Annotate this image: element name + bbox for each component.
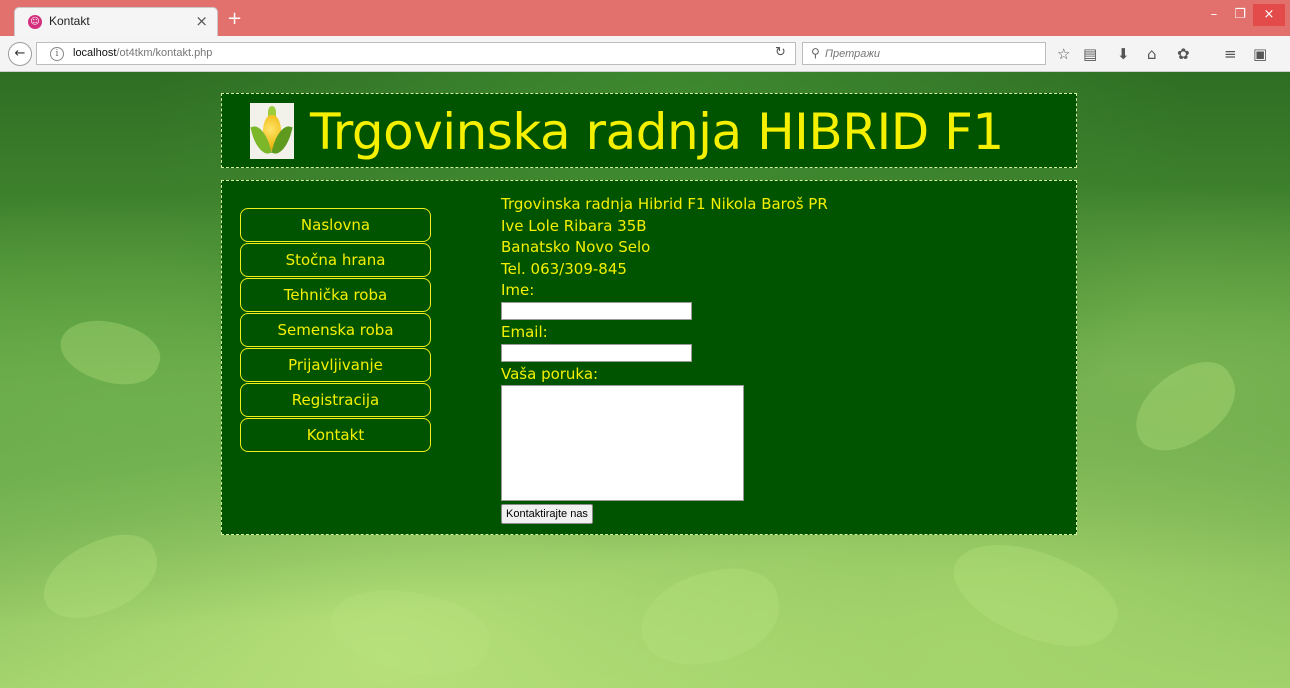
browser-tab-kontakt[interactable]: ☺ Kontakt × [14, 7, 218, 36]
email-label: Email: [501, 323, 548, 341]
name-label: Ime: [501, 281, 535, 299]
url-path: /ot4tkm/kontakt.php [116, 47, 213, 59]
back-icon[interactable]: ← [8, 42, 32, 66]
search-input[interactable] [825, 46, 1025, 61]
url-text[interactable]: localhost/ot4tkm/kontakt.php [73, 47, 212, 59]
company-name: Trgovinska radnja Hibrid F1 Nikola Baroš… [501, 195, 828, 213]
info-icon[interactable]: i [50, 47, 64, 61]
menu-item-semenska-roba[interactable]: Semenska roba [240, 313, 431, 347]
reading-list-icon[interactable]: ▤ [1083, 45, 1097, 63]
menu-item-naslovna[interactable]: Naslovna [240, 208, 431, 242]
search-bar[interactable]: ⚲ [802, 42, 1046, 65]
name-field[interactable] [501, 302, 692, 320]
background-leaf [633, 560, 787, 674]
menu-item-registracija[interactable]: Registracija [240, 383, 431, 417]
site-header: Trgovinska radnja HIBRID F1 [221, 93, 1077, 168]
email-field[interactable] [501, 344, 692, 362]
corn-logo [250, 103, 294, 159]
contact-form: Ime: Email: Vaša poruka: Kontaktirajte n… [501, 280, 744, 524]
message-label: Vaša poruka: [501, 365, 599, 383]
main-content: Naslovna Stočna hrana Tehnička roba Seme… [221, 180, 1077, 535]
addon-icon[interactable]: ✿ [1177, 45, 1190, 63]
background-leaf [52, 306, 168, 398]
reload-icon[interactable]: ↻ [775, 45, 786, 60]
menu-item-kontakt[interactable]: Kontakt [240, 418, 431, 452]
tab-title: Kontakt [49, 14, 90, 28]
city: Banatsko Novo Selo [501, 238, 651, 256]
phone-number: Tel. 063/309-845 [501, 259, 627, 278]
close-window-button[interactable]: × [1253, 4, 1285, 26]
new-tab-button[interactable]: + [227, 10, 242, 28]
maximize-button[interactable]: ❐ [1228, 4, 1252, 26]
background-leaf [322, 572, 498, 688]
browser-nav-bar: ← i localhost/ot4tkm/kontakt.php ↻ ⚲ ☆ ▤… [0, 36, 1290, 72]
menu-item-stocna-hrana[interactable]: Stočna hrana [240, 243, 431, 277]
site-title: Trgovinska radnja HIBRID F1 [310, 103, 1004, 161]
menu-item-tehnicka-roba[interactable]: Tehnička roba [240, 278, 431, 312]
background-leaf [31, 523, 169, 631]
street-address: Ive Lole Ribara 35B [501, 216, 647, 235]
url-host: localhost [73, 47, 117, 59]
site-favicon-icon: ☺ [28, 15, 42, 29]
search-icon: ⚲ [811, 46, 820, 60]
side-menu: Naslovna Stočna hrana Tehnička roba Seme… [240, 208, 431, 453]
contact-info: Trgovinska radnja Hibrid F1 Nikola Baroš… [501, 194, 828, 280]
page-viewport: Trgovinska radnja HIBRID F1 Naslovna Sto… [0, 72, 1290, 688]
tab-close-icon[interactable]: × [195, 12, 208, 30]
minimize-button[interactable]: – [1202, 4, 1226, 26]
browser-tab-bar: ☺ Kontakt × + – ❐ × [0, 0, 1290, 36]
message-textarea[interactable] [501, 385, 744, 501]
menu-item-prijavljivanje[interactable]: Prijavljivanje [240, 348, 431, 382]
background-leaf [1119, 349, 1251, 465]
background-leaf [940, 520, 1130, 669]
extension-icon[interactable]: ▣ [1253, 45, 1267, 63]
menu-icon[interactable]: ≡ [1224, 45, 1237, 63]
submit-button[interactable]: Kontaktirajte nas [501, 504, 593, 524]
download-icon[interactable]: ⬇ [1117, 45, 1130, 63]
bookmark-star-icon[interactable]: ☆ [1057, 45, 1070, 63]
home-icon[interactable]: ⌂ [1147, 45, 1157, 63]
address-bar[interactable]: i localhost/ot4tkm/kontakt.php ↻ [36, 42, 796, 65]
